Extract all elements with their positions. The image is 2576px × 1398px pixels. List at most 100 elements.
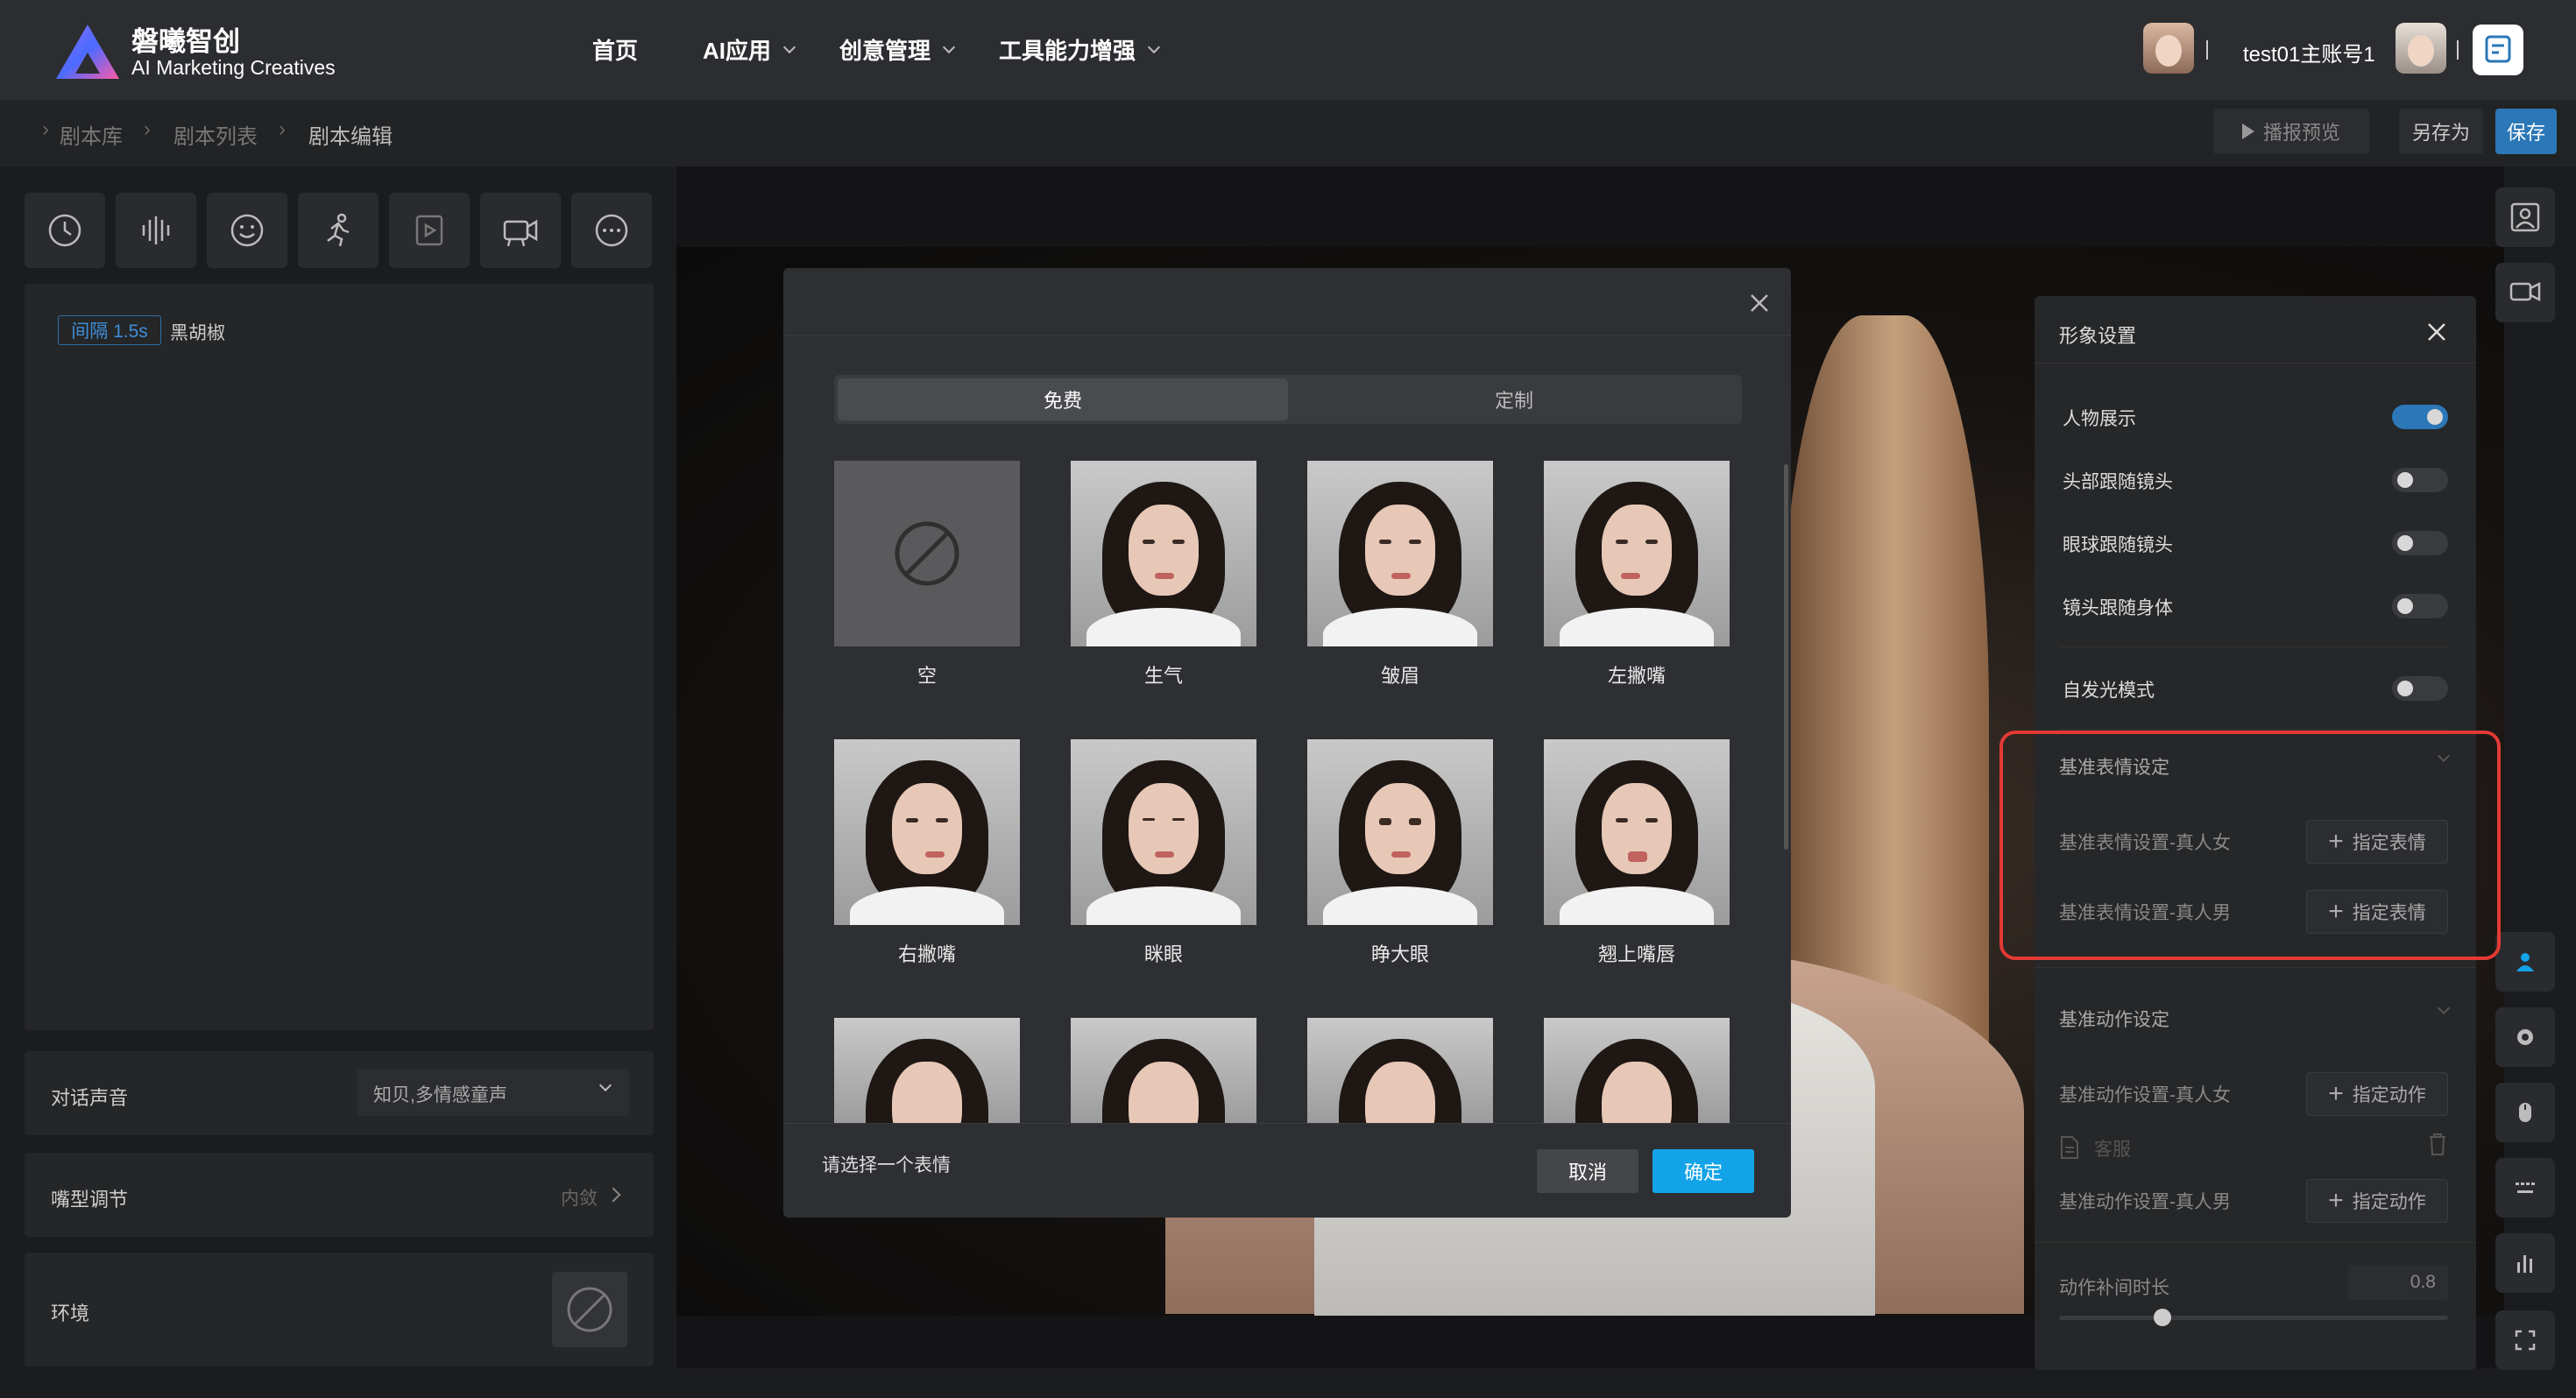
logo-icon bbox=[56, 25, 119, 79]
toggle-knob bbox=[2397, 681, 2413, 696]
message-button[interactable] bbox=[2473, 25, 2523, 75]
tween-slider-track[interactable] bbox=[2059, 1316, 2448, 1320]
preview-button[interactable]: 播报预览 bbox=[2213, 109, 2369, 154]
interval-tag[interactable]: 间隔 1.5s bbox=[58, 315, 161, 345]
character-panel-button[interactable] bbox=[2495, 187, 2555, 247]
settings-tool[interactable] bbox=[2495, 1007, 2555, 1067]
none-icon bbox=[895, 521, 959, 586]
more-tool[interactable] bbox=[571, 193, 652, 268]
modal-scrollbar[interactable] bbox=[1784, 464, 1788, 850]
tween-label: 动作补间时长 bbox=[2059, 1278, 2169, 1298]
trash-icon[interactable] bbox=[2427, 1132, 2448, 1156]
assign-action-male-button[interactable]: + 指定动作 bbox=[2306, 1179, 2448, 1223]
digital-human-avatar[interactable] bbox=[2143, 23, 2194, 74]
expression-item-frown[interactable] bbox=[1307, 461, 1493, 646]
breadcrumb-script-library[interactable]: 剧本库 bbox=[60, 119, 123, 150]
portrait-eye bbox=[1143, 818, 1155, 821]
nav-creative-label: 创意管理 bbox=[839, 38, 931, 64]
tween-slider-handle[interactable] bbox=[2154, 1309, 2171, 1326]
video-tool[interactable] bbox=[389, 193, 470, 268]
portrait-shirt bbox=[1323, 886, 1477, 925]
script-editor[interactable] bbox=[25, 284, 654, 1030]
expression-item[interactable] bbox=[834, 1018, 1020, 1123]
chevron-down-icon bbox=[1147, 40, 1161, 53]
expression-item[interactable] bbox=[1071, 1018, 1256, 1123]
head-follow-toggle[interactable] bbox=[2392, 468, 2448, 492]
fullscreen-tool[interactable] bbox=[2495, 1310, 2555, 1370]
toggle-knob bbox=[2397, 598, 2413, 614]
divider bbox=[2035, 1242, 2476, 1243]
self-glow-toggle[interactable] bbox=[2392, 676, 2448, 701]
chevron-down-icon bbox=[598, 1078, 612, 1092]
tween-input[interactable]: 0.8 bbox=[2348, 1265, 2448, 1300]
eye-follow-toggle[interactable] bbox=[2392, 531, 2448, 555]
nav-creative-mgmt[interactable]: 创意管理 bbox=[839, 33, 956, 66]
save-label: 保存 bbox=[2506, 122, 2545, 144]
cancel-button[interactable]: 取消 bbox=[1537, 1149, 1638, 1193]
action-female-label: 基准动作设置-真人女 bbox=[2059, 1085, 2231, 1105]
expression-item-squint[interactable] bbox=[1071, 739, 1256, 925]
expression-item-angry[interactable] bbox=[1071, 461, 1256, 646]
none-icon bbox=[567, 1287, 612, 1332]
save-button[interactable]: 保存 bbox=[2495, 109, 2557, 154]
nav-ai-apps-label: AI应用 bbox=[703, 38, 772, 64]
avatar-face bbox=[2155, 35, 2182, 67]
stats-tool[interactable] bbox=[2495, 1233, 2555, 1293]
tab-custom[interactable]: 定制 bbox=[1290, 378, 1738, 420]
mouse-icon bbox=[2519, 1103, 2531, 1122]
expression-item-left-pout[interactable] bbox=[1544, 461, 1730, 646]
expression-item-wide-eyes[interactable] bbox=[1307, 739, 1493, 925]
close-icon[interactable] bbox=[2425, 321, 2448, 343]
account-name[interactable]: test01主账号1 bbox=[2243, 37, 2375, 67]
environment-picker[interactable] bbox=[552, 1272, 627, 1347]
portrait-eye bbox=[1172, 818, 1185, 821]
plus-icon: + bbox=[2328, 1079, 2344, 1108]
voice-select[interactable]: 知贝,多情感童声 bbox=[357, 1069, 629, 1116]
breadcrumb-script-list[interactable]: 剧本列表 bbox=[173, 119, 258, 150]
confirm-button[interactable]: 确定 bbox=[1652, 1149, 1754, 1193]
nav-tools[interactable]: 工具能力增强 bbox=[999, 33, 1161, 66]
camera-tool[interactable] bbox=[480, 193, 561, 268]
file-icon bbox=[2061, 1136, 2078, 1159]
bar-chart-icon bbox=[2517, 1255, 2532, 1273]
plus-icon: + bbox=[2328, 1186, 2344, 1215]
more-icon bbox=[595, 214, 628, 247]
expression-item-right-pout[interactable] bbox=[834, 739, 1020, 925]
environment-row: 环境 bbox=[25, 1253, 654, 1366]
message-icon bbox=[2485, 35, 2511, 63]
nav-home[interactable]: 首页 bbox=[592, 33, 638, 66]
expression-item-empty[interactable] bbox=[834, 461, 1020, 646]
expression-label: 生气 bbox=[1143, 665, 1183, 687]
expression-item[interactable] bbox=[1307, 1018, 1493, 1123]
mouse-tool[interactable] bbox=[2495, 1083, 2555, 1142]
portrait-shirt bbox=[1086, 886, 1241, 925]
camera-panel-button[interactable] bbox=[2495, 263, 2555, 322]
toggle-label-head: 头部跟随镜头 bbox=[2063, 472, 2173, 492]
camera-follow-toggle[interactable] bbox=[2392, 594, 2448, 618]
user-avatar[interactable] bbox=[2396, 23, 2446, 74]
audio-tool[interactable] bbox=[116, 193, 196, 268]
voice-row: 对话声音 知贝,多情感童声 bbox=[25, 1051, 654, 1135]
portrait-face bbox=[892, 783, 962, 874]
toggle-knob bbox=[2427, 409, 2443, 425]
portrait-eye bbox=[1616, 540, 1628, 544]
play-icon bbox=[2241, 124, 2254, 139]
person-tool[interactable] bbox=[2495, 932, 2555, 992]
character-display-toggle[interactable] bbox=[2392, 405, 2448, 429]
portrait-shirt bbox=[1323, 608, 1477, 646]
action-section-title[interactable]: 基准动作设定 bbox=[2059, 1006, 2169, 1032]
keyboard-tool[interactable] bbox=[2495, 1158, 2555, 1218]
expression-item[interactable] bbox=[1544, 1018, 1730, 1123]
action-tool[interactable] bbox=[298, 193, 379, 268]
close-icon[interactable] bbox=[1749, 293, 1770, 314]
tab-free[interactable]: 免费 bbox=[838, 378, 1288, 420]
timing-tool[interactable] bbox=[25, 193, 105, 268]
assign-action-female-button[interactable]: + 指定动作 bbox=[2306, 1072, 2448, 1116]
divider bbox=[2457, 40, 2459, 60]
mouth-row[interactable]: 嘴型调节 内敛 bbox=[25, 1153, 654, 1237]
expression-tool[interactable] bbox=[207, 193, 287, 268]
save-as-button[interactable]: 另存为 bbox=[2399, 109, 2483, 154]
nav-ai-apps[interactable]: AI应用 bbox=[703, 33, 796, 66]
portrait-face bbox=[1602, 505, 1672, 596]
expression-item-raised-lip[interactable] bbox=[1544, 739, 1730, 925]
